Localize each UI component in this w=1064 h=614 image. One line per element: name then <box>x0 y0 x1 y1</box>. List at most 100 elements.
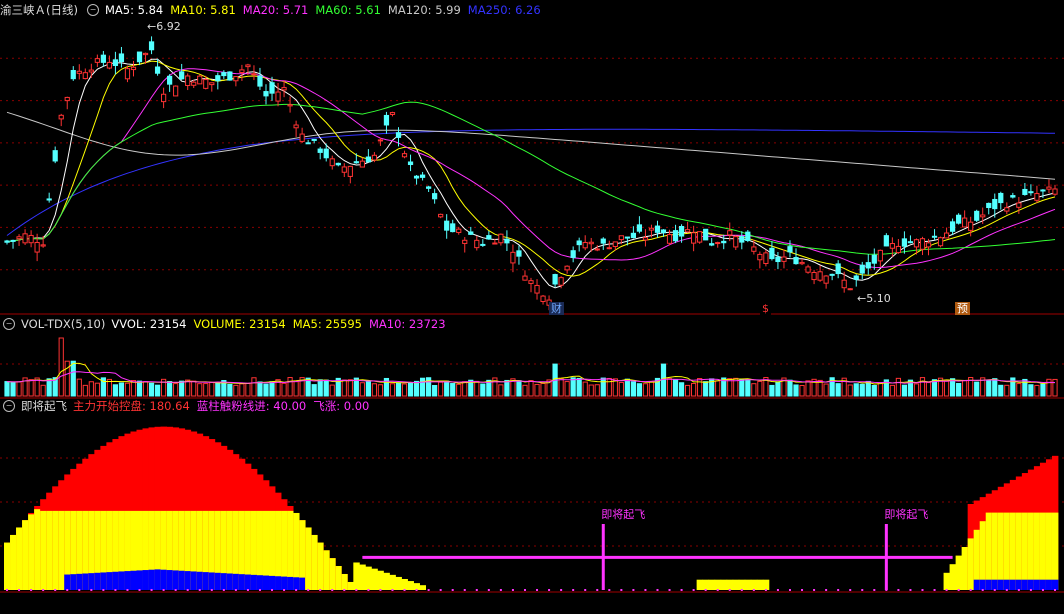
ind-dot <box>909 589 912 591</box>
candle <box>654 225 661 233</box>
candle <box>919 238 926 250</box>
ind-blue-bar <box>70 574 77 590</box>
ma-value: MA20: 5.71 <box>242 3 309 17</box>
collapse-icon[interactable]: − <box>3 400 15 412</box>
candle <box>793 257 799 265</box>
volume-bar <box>269 381 275 397</box>
candle <box>52 150 58 162</box>
ind-dot <box>271 589 274 591</box>
ind-dot <box>379 589 382 591</box>
volume-bar <box>943 380 950 397</box>
candle <box>136 51 143 63</box>
volume-bar <box>76 378 82 397</box>
volume-bar <box>956 383 962 397</box>
volume-bar <box>570 377 576 397</box>
volume-bar <box>594 384 600 397</box>
candle <box>179 71 185 80</box>
ind-yellow-bar <box>389 574 396 590</box>
ind-dot <box>632 589 635 591</box>
candle <box>853 275 859 280</box>
ind-yellow-bar <box>1009 512 1017 590</box>
volume-bar <box>438 381 444 397</box>
volume-bar <box>998 384 1004 397</box>
ind-dot <box>463 589 466 591</box>
ind-blue-bar <box>142 570 149 590</box>
volume-bar <box>311 384 317 397</box>
ind-dot <box>331 589 334 591</box>
candle <box>305 142 311 145</box>
ind-dot <box>258 589 261 591</box>
collapse-icon[interactable]: − <box>3 318 15 330</box>
ind-dot <box>114 589 117 591</box>
stock-title[interactable]: 渝三峡Ａ(日线) <box>0 2 78 18</box>
ma250-line <box>6 128 1056 236</box>
ind-dot <box>981 589 984 591</box>
volume-bar <box>58 337 64 397</box>
ind-dot <box>692 589 695 591</box>
candle <box>612 241 618 248</box>
volume-bar <box>757 380 763 397</box>
candle <box>462 239 468 244</box>
volume-bar <box>450 383 456 397</box>
collapse-icon[interactable]: − <box>86 4 99 16</box>
ind-dot <box>523 589 526 591</box>
volume-bar <box>528 380 534 397</box>
ma-value: MA10: 5.81 <box>170 3 236 17</box>
ind-dot <box>198 589 201 591</box>
ma5-line <box>6 58 1056 289</box>
ind-dot <box>6 589 9 591</box>
volume-bar <box>233 384 239 397</box>
candle <box>648 227 655 231</box>
candle <box>82 72 88 80</box>
candle <box>16 236 22 240</box>
volume-bar <box>522 384 528 397</box>
candle <box>1040 189 1046 192</box>
candle <box>534 284 540 294</box>
candle <box>173 85 179 97</box>
volume-bar <box>666 378 673 397</box>
volume-bar <box>209 382 215 397</box>
ind-blue-bar <box>1021 579 1029 590</box>
candle <box>401 153 408 158</box>
ind-dot <box>174 589 177 591</box>
ind-yellow-bar <box>1015 512 1023 590</box>
ind-dot <box>391 589 394 591</box>
candle <box>233 76 239 82</box>
ind-blue-bar <box>281 576 288 590</box>
candle <box>582 242 588 249</box>
volume-bar <box>630 381 636 397</box>
volume-bar <box>974 381 980 397</box>
volume-bar <box>799 385 805 397</box>
ind-dot <box>608 589 611 591</box>
volume-bar <box>1040 383 1046 397</box>
ind-blue-bar <box>269 575 276 590</box>
vol-title[interactable]: VOL-TDX(5,10) <box>21 316 105 332</box>
ind-blue-bar <box>172 570 180 590</box>
candle <box>678 225 685 237</box>
volume-bar <box>197 383 203 397</box>
ind-yellow-bar <box>702 579 710 590</box>
candle <box>642 237 649 241</box>
event-tag-finance[interactable]: 财 <box>549 302 564 315</box>
volume-bar <box>456 383 462 397</box>
candle <box>522 275 528 281</box>
event-tag-dividend[interactable]: $ <box>760 302 771 315</box>
ind-dot <box>54 589 57 591</box>
ind-yellow-bar <box>762 579 770 590</box>
ind-yellow-bar <box>4 542 11 590</box>
volume-bar <box>745 378 751 397</box>
volume-bar <box>251 377 257 397</box>
volume-bar <box>257 381 263 397</box>
ind-yellow-bar <box>407 581 414 590</box>
event-tag-forecast[interactable]: 预 <box>955 302 970 315</box>
ind-title[interactable]: 即将起飞 <box>21 398 67 414</box>
volume-bar <box>389 383 396 397</box>
volume-bar <box>582 381 588 397</box>
ind-dot <box>90 589 93 591</box>
ind-blue-bar <box>202 572 210 590</box>
candle <box>46 198 52 201</box>
candle <box>185 75 191 86</box>
candle <box>781 256 787 262</box>
candle <box>444 220 450 231</box>
volume-bar <box>913 383 920 397</box>
